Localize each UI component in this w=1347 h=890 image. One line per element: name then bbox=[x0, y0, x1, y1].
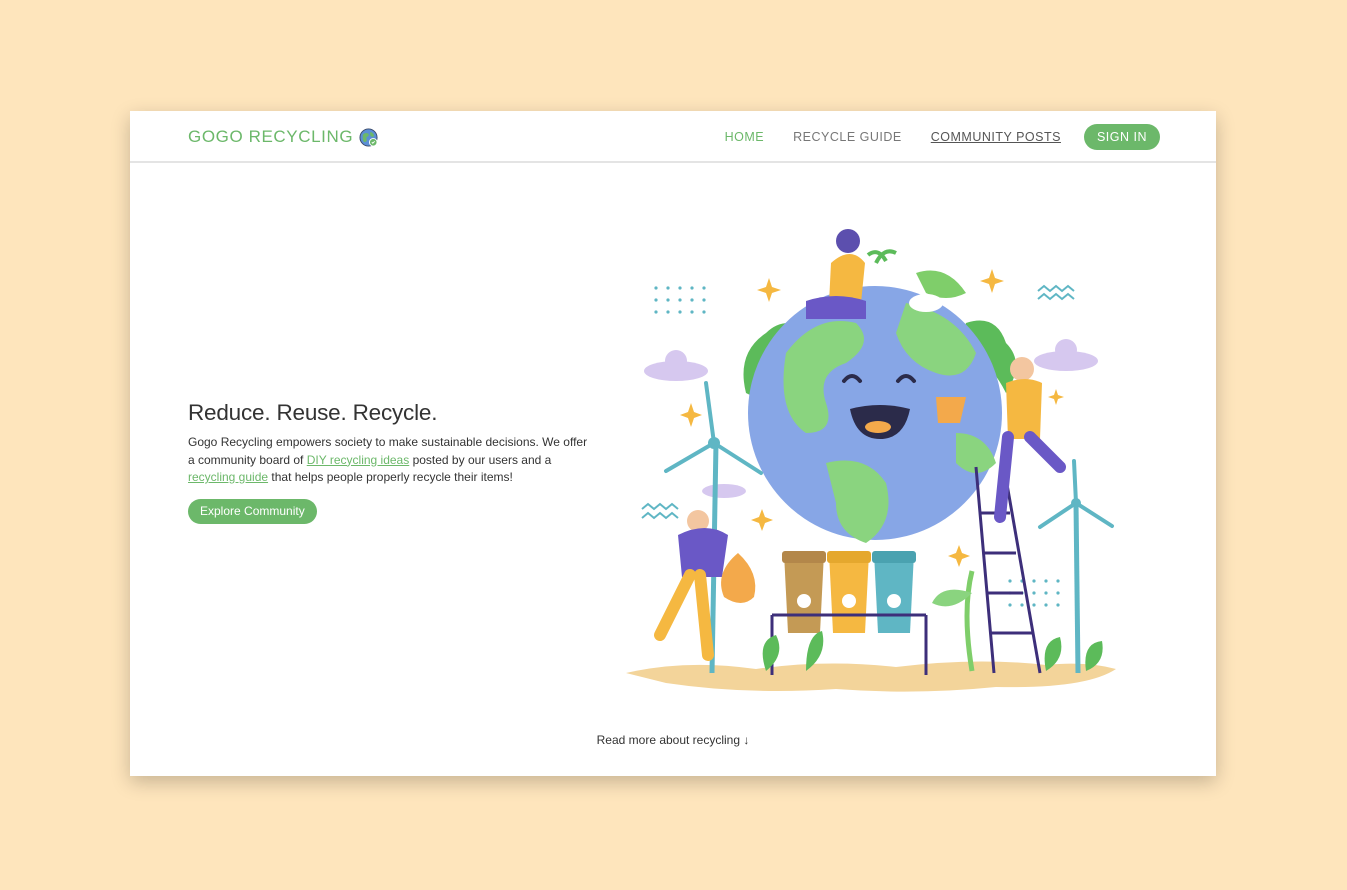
globe-icon bbox=[359, 127, 378, 147]
recycling-illustration bbox=[626, 229, 1116, 692]
hero-section: Reduce. Reuse. Recycle. Gogo Recycling e… bbox=[188, 400, 588, 524]
explore-community-button[interactable]: Explore Community bbox=[188, 498, 317, 524]
main-card: GOGO RECYCLING HOME RECYCLE GUIDE COMMUN… bbox=[130, 111, 1216, 776]
nav-home[interactable]: HOME bbox=[725, 124, 765, 150]
recycling-guide-link[interactable]: recycling guide bbox=[188, 470, 268, 484]
brand-name: GOGO RECYCLING bbox=[188, 127, 354, 146]
nav-links: HOME RECYCLE GUIDE COMMUNITY POSTS SIGN … bbox=[696, 124, 1160, 150]
diy-ideas-link[interactable]: DIY recycling ideas bbox=[307, 453, 410, 467]
nav-community-posts[interactable]: COMMUNITY POSTS bbox=[931, 124, 1061, 150]
hero-desc-part2: posted by our users and a bbox=[409, 452, 552, 467]
hero-desc-part3: that helps people properly recycle their… bbox=[268, 470, 513, 484]
hero-description: Gogo Recycling empowers society to make … bbox=[188, 434, 588, 487]
navbar: GOGO RECYCLING HOME RECYCLE GUIDE COMMUN… bbox=[130, 111, 1216, 163]
nav-recycle-guide[interactable]: RECYCLE GUIDE bbox=[793, 124, 902, 150]
sign-in-button[interactable]: SIGN IN bbox=[1083, 124, 1160, 150]
hero-title: Reduce. Reuse. Recycle. bbox=[188, 400, 438, 425]
brand-logo[interactable]: GOGO RECYCLING bbox=[188, 127, 378, 147]
read-more-link[interactable]: Read more about recycling ↓ bbox=[130, 733, 1216, 747]
